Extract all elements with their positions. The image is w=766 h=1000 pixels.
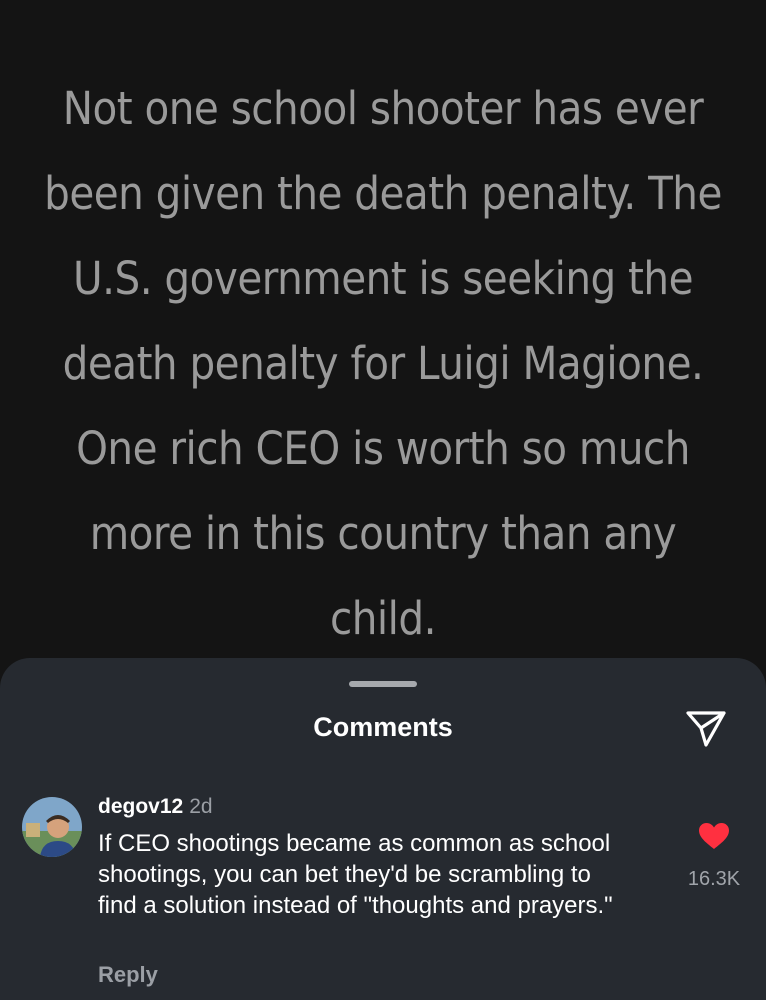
post-image: Not one school shooter has ever been giv… — [0, 0, 766, 700]
post-text: Not one school shooter has ever been giv… — [44, 82, 722, 645]
paper-plane-icon[interactable] — [684, 709, 728, 749]
comment-text: If CEO shootings became as common as sch… — [98, 830, 613, 919]
comments-sheet: Comments degov12 2d If CEO shootings beca… — [0, 658, 766, 1000]
comment-username[interactable]: degov12 — [98, 795, 183, 818]
reply-button[interactable]: Reply — [98, 962, 158, 988]
comments-title: Comments — [313, 712, 453, 742]
comment-age: 2d — [189, 795, 213, 818]
comment-header: degov12 2d — [98, 795, 213, 819]
like-count: 16.3K — [687, 868, 741, 890]
drag-handle[interactable] — [349, 681, 417, 687]
heart-icon[interactable] — [698, 822, 730, 850]
avatar[interactable] — [22, 797, 82, 857]
